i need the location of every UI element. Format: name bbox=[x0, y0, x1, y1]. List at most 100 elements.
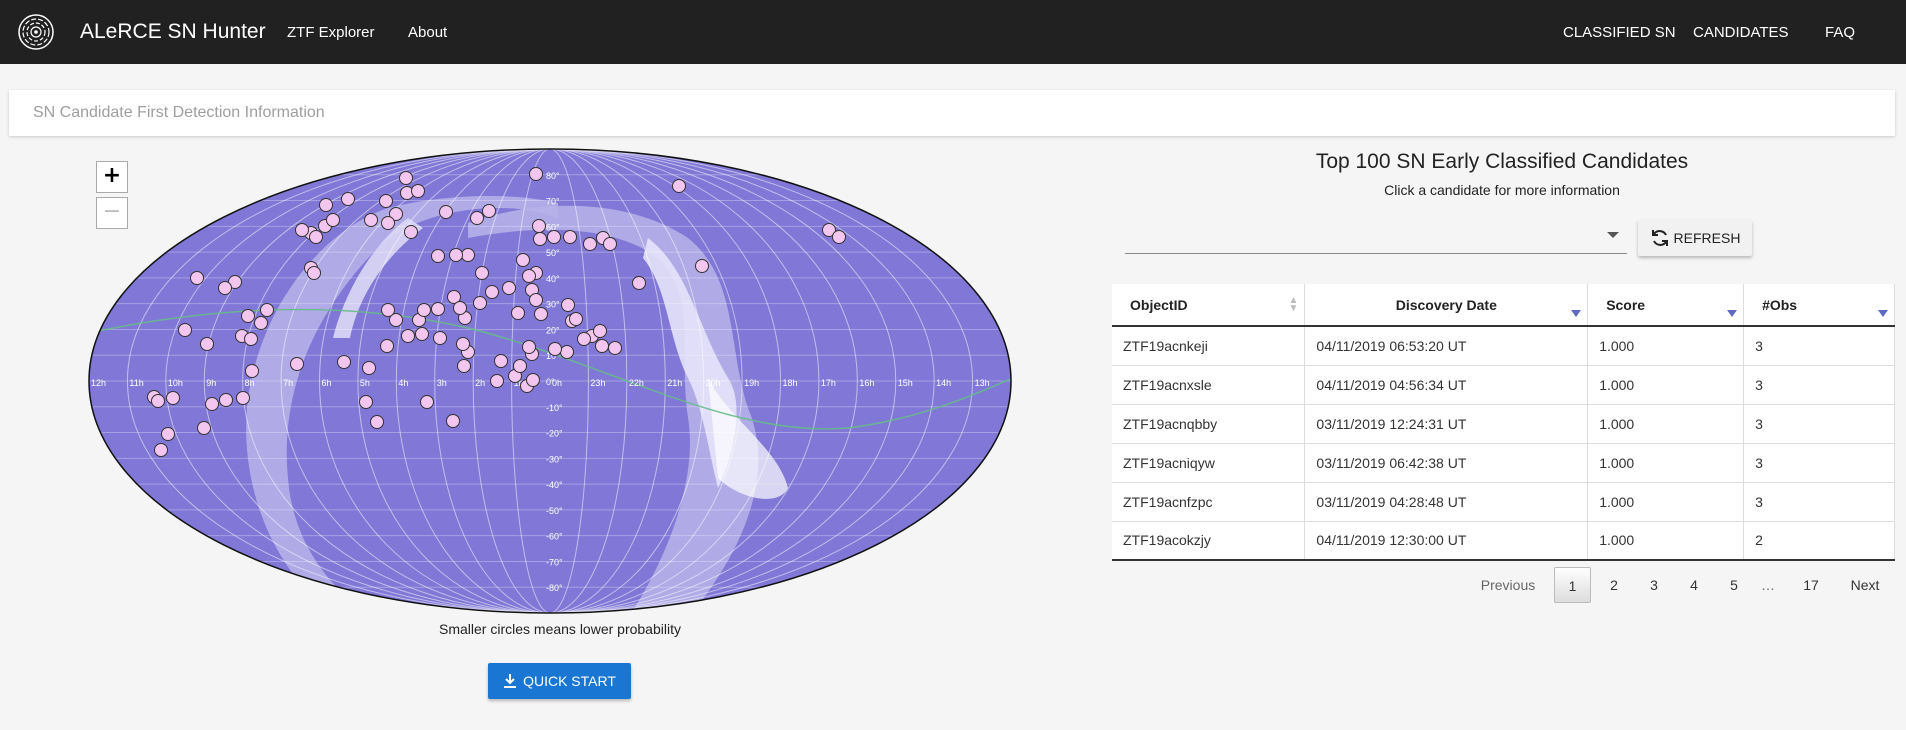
sky-map-canvas[interactable]: 80°70°60°50°40°30°20°10°0°-10°-20°-30°-4… bbox=[88, 148, 1013, 615]
candidate-marker[interactable] bbox=[218, 281, 232, 295]
candidate-marker[interactable] bbox=[473, 296, 487, 310]
candidate-marker[interactable] bbox=[672, 179, 686, 193]
column-header-score[interactable]: Score bbox=[1587, 284, 1745, 327]
candidate-marker[interactable] bbox=[245, 364, 259, 378]
candidate-marker[interactable] bbox=[295, 223, 309, 237]
candidate-marker[interactable] bbox=[439, 205, 453, 219]
candidate-marker[interactable] bbox=[561, 298, 575, 312]
candidate-marker[interactable] bbox=[241, 309, 255, 323]
pagination-page-2[interactable]: 2 bbox=[1596, 567, 1632, 603]
candidate-marker[interactable] bbox=[364, 213, 378, 227]
candidate-marker[interactable] bbox=[449, 248, 463, 262]
candidate-marker[interactable] bbox=[205, 397, 219, 411]
candidate-marker[interactable] bbox=[529, 293, 543, 307]
candidate-marker[interactable] bbox=[381, 303, 395, 317]
candidate-marker[interactable] bbox=[197, 421, 211, 435]
candidate-marker[interactable] bbox=[379, 194, 393, 208]
candidate-marker[interactable] bbox=[178, 323, 192, 337]
candidate-marker[interactable] bbox=[411, 184, 425, 198]
candidate-marker[interactable] bbox=[490, 374, 504, 388]
candidate-marker[interactable] bbox=[526, 373, 540, 387]
candidate-marker[interactable] bbox=[341, 192, 355, 206]
candidate-marker[interactable] bbox=[461, 248, 475, 262]
candidate-marker[interactable] bbox=[326, 213, 340, 227]
candidate-marker[interactable] bbox=[532, 219, 546, 233]
candidate-marker[interactable] bbox=[417, 303, 431, 317]
candidate-filter-select[interactable] bbox=[1125, 224, 1627, 254]
candidate-marker[interactable] bbox=[260, 303, 274, 317]
candidate-marker[interactable] bbox=[522, 340, 536, 354]
table-row[interactable]: ZTF19acnqbby 03/11/2019 12:24:31 UT 1.000 3 bbox=[1112, 404, 1895, 444]
alerce-logo[interactable] bbox=[18, 14, 54, 50]
table-row[interactable]: ZTF19acnfzpc 03/11/2019 04:28:48 UT 1.000 3 bbox=[1112, 482, 1895, 522]
nav-link-faq[interactable]: FAQ bbox=[1825, 24, 1855, 41]
zoom-out-button[interactable]: − bbox=[96, 197, 128, 229]
candidate-marker[interactable] bbox=[470, 211, 484, 225]
pagination-next[interactable]: Next bbox=[1840, 567, 1890, 603]
candidate-marker[interactable] bbox=[456, 337, 470, 351]
candidate-marker[interactable] bbox=[511, 306, 525, 320]
candidate-marker[interactable] bbox=[200, 337, 214, 351]
candidate-marker[interactable] bbox=[380, 339, 394, 353]
candidate-marker[interactable] bbox=[695, 259, 709, 273]
candidate-marker[interactable] bbox=[595, 339, 609, 353]
candidate-marker[interactable] bbox=[337, 355, 351, 369]
candidate-marker[interactable] bbox=[307, 266, 321, 280]
candidate-marker[interactable] bbox=[254, 316, 268, 330]
sky-map[interactable]: 80° 70° 60° 50° 40° 30° 20° 10° 0° -10° -20° -30° -4… bbox=[88, 148, 1013, 615]
candidate-marker[interactable] bbox=[583, 237, 597, 251]
candidate-marker[interactable] bbox=[548, 342, 562, 356]
candidate-marker[interactable] bbox=[533, 232, 547, 246]
pagination-page-5[interactable]: 5 bbox=[1716, 567, 1752, 603]
candidate-marker[interactable] bbox=[522, 269, 536, 283]
candidate-marker[interactable] bbox=[166, 391, 180, 405]
zoom-in-button[interactable]: + bbox=[96, 161, 128, 193]
pagination-page-4[interactable]: 4 bbox=[1676, 567, 1712, 603]
candidate-marker[interactable] bbox=[362, 361, 376, 375]
pagination-page-17[interactable]: 17 bbox=[1792, 567, 1830, 603]
candidate-marker[interactable] bbox=[563, 230, 577, 244]
candidate-marker[interactable] bbox=[219, 393, 233, 407]
candidate-marker[interactable] bbox=[603, 237, 617, 251]
candidate-marker[interactable] bbox=[431, 249, 445, 263]
candidate-marker[interactable] bbox=[529, 167, 543, 181]
candidate-marker[interactable] bbox=[401, 329, 415, 343]
candidate-marker[interactable] bbox=[151, 394, 165, 408]
candidate-marker[interactable] bbox=[431, 302, 445, 316]
candidate-marker[interactable] bbox=[453, 301, 467, 315]
nav-link-classified-sn[interactable]: CLASSIFIED SN bbox=[1563, 24, 1676, 41]
column-header-discovery-date[interactable]: Discovery Date bbox=[1304, 284, 1589, 327]
candidate-marker[interactable] bbox=[446, 414, 460, 428]
candidate-marker[interactable] bbox=[319, 198, 333, 212]
nav-link-candidates[interactable]: CANDIDATES bbox=[1693, 24, 1789, 41]
candidate-marker[interactable] bbox=[547, 230, 561, 244]
pagination-page-1[interactable]: 1 bbox=[1554, 567, 1591, 603]
candidate-marker[interactable] bbox=[494, 354, 508, 368]
candidate-marker[interactable] bbox=[154, 443, 168, 457]
candidate-marker[interactable] bbox=[482, 204, 496, 218]
table-row[interactable]: ZTF19acniqyw 03/11/2019 06:42:38 UT 1.000 3 bbox=[1112, 443, 1895, 483]
candidate-marker[interactable] bbox=[359, 395, 373, 409]
pagination-page-3[interactable]: 3 bbox=[1636, 567, 1672, 603]
candidate-marker[interactable] bbox=[404, 225, 418, 239]
candidate-marker[interactable] bbox=[632, 276, 646, 290]
candidate-marker[interactable] bbox=[832, 230, 846, 244]
candidate-marker[interactable] bbox=[420, 395, 434, 409]
candidate-marker[interactable] bbox=[190, 271, 204, 285]
candidate-marker[interactable] bbox=[475, 266, 489, 280]
candidate-marker[interactable] bbox=[593, 324, 607, 338]
column-header-obs[interactable]: #Obs bbox=[1743, 284, 1895, 327]
candidate-marker[interactable] bbox=[608, 341, 622, 355]
pagination-previous[interactable]: Previous bbox=[1470, 567, 1546, 603]
candidate-marker[interactable] bbox=[560, 345, 574, 359]
candidate-marker[interactable] bbox=[370, 415, 384, 429]
table-row[interactable]: ZTF19acnxsle 04/11/2019 04:56:34 UT 1.000 3 bbox=[1112, 365, 1895, 405]
candidate-marker[interactable] bbox=[236, 391, 250, 405]
candidate-marker[interactable] bbox=[513, 359, 527, 373]
candidate-marker[interactable] bbox=[399, 171, 413, 185]
candidate-marker[interactable] bbox=[290, 357, 304, 371]
candidate-marker[interactable] bbox=[309, 230, 323, 244]
nav-link-about[interactable]: About bbox=[408, 24, 447, 41]
candidate-marker[interactable] bbox=[516, 253, 530, 267]
candidate-marker[interactable] bbox=[577, 332, 591, 346]
